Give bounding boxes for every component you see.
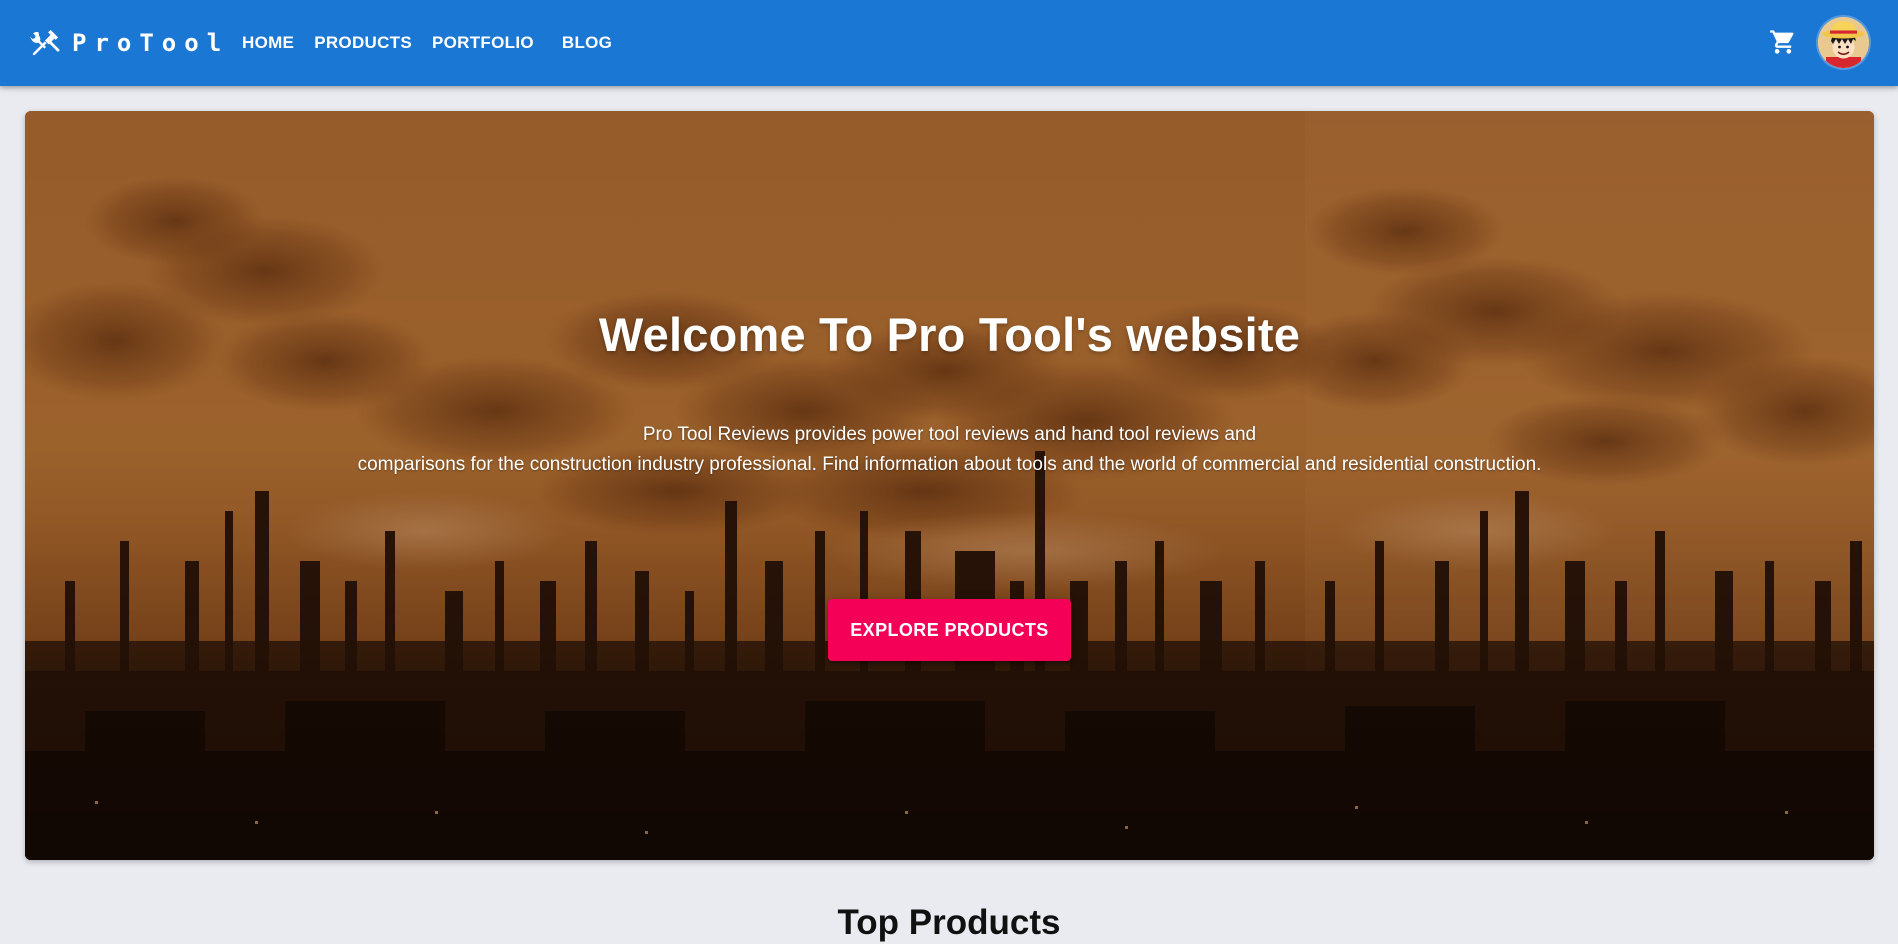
hero-description-line-2: comparisons for the construction industr…	[357, 454, 1542, 475]
hero-overlay	[25, 111, 1874, 860]
cart-button[interactable]	[1768, 27, 1798, 57]
app-bar: ProTool HOME PRODUCTS PORTFOLIO BLOG	[0, 0, 1898, 86]
user-avatar[interactable]	[1818, 17, 1869, 68]
nav-home[interactable]: HOME	[232, 25, 304, 61]
explore-products-button[interactable]: EXPLORE PRODUCTS	[828, 599, 1071, 661]
hero-description-line-1: Pro Tool Reviews provides power tool rev…	[642, 424, 1257, 445]
shopping-cart-icon	[1770, 30, 1794, 54]
nav-blog[interactable]: BLOG	[552, 25, 622, 61]
hero-title: Welcome To Pro Tool's website	[598, 308, 1301, 361]
brand-logo-link[interactable]: ProTool	[30, 26, 229, 60]
nav-products[interactable]: PRODUCTS	[304, 25, 422, 61]
hero-banner: Welcome To Pro Tool's website Pro Tool R…	[25, 111, 1874, 860]
tools-icon	[30, 28, 60, 58]
brand-name: ProTool	[72, 29, 230, 57]
nav-portfolio[interactable]: PORTFOLIO	[422, 25, 544, 61]
main-nav: HOME PRODUCTS PORTFOLIO BLOG	[232, 25, 622, 61]
hero-description: Pro Tool Reviews provides power tool rev…	[25, 420, 1874, 480]
top-products-title: Top Products	[837, 903, 1061, 942]
